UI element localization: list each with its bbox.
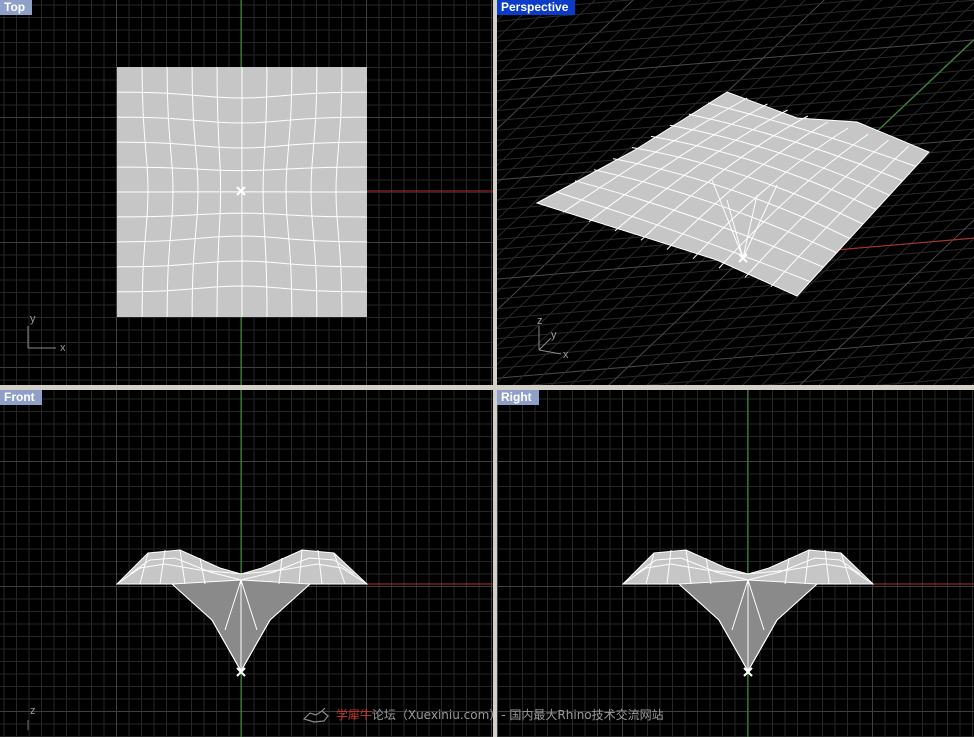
watermark-text: 论坛（Xuexiniu.com）- 国内最大Rhino技术交流网站: [371, 708, 664, 722]
x-axis-label: x: [60, 342, 66, 354]
viewport-title-right[interactable]: Right: [497, 390, 539, 405]
watermark-brand: 学犀牛: [335, 708, 372, 722]
perspective-view-canvas: z y x: [497, 0, 974, 385]
surface-perspective[interactable]: [535, 91, 930, 297]
y-axis-label: y: [30, 313, 36, 325]
perspective-viewport[interactable]: z y x Perspective: [497, 0, 974, 385]
top-viewport[interactable]: y x Top: [0, 0, 493, 385]
x-axis-label: x: [563, 349, 569, 361]
viewport-title-top[interactable]: Top: [0, 0, 33, 15]
viewport-title-front[interactable]: Front: [0, 390, 42, 405]
z-axis-label: z: [30, 705, 36, 717]
axis-widget: [27, 326, 56, 349]
front-view-canvas: z: [27, 390, 493, 737]
right-view-canvas: [621, 390, 974, 737]
z-axis-label: z: [537, 315, 543, 327]
surface-front-profile[interactable]: [115, 549, 369, 673]
right-viewport[interactable]: Right: [497, 390, 974, 737]
top-view-canvas: y x: [27, 0, 493, 385]
y-axis-label: y: [551, 329, 557, 341]
forum-watermark: 学犀牛论坛（Xuexiniu.com）- 国内最大Rhino技术交流网站: [302, 705, 664, 725]
front-viewport[interactable]: z Front: [0, 390, 493, 737]
viewport-title-perspective[interactable]: Perspective: [497, 0, 576, 15]
rhino-logo-icon: [302, 707, 329, 723]
